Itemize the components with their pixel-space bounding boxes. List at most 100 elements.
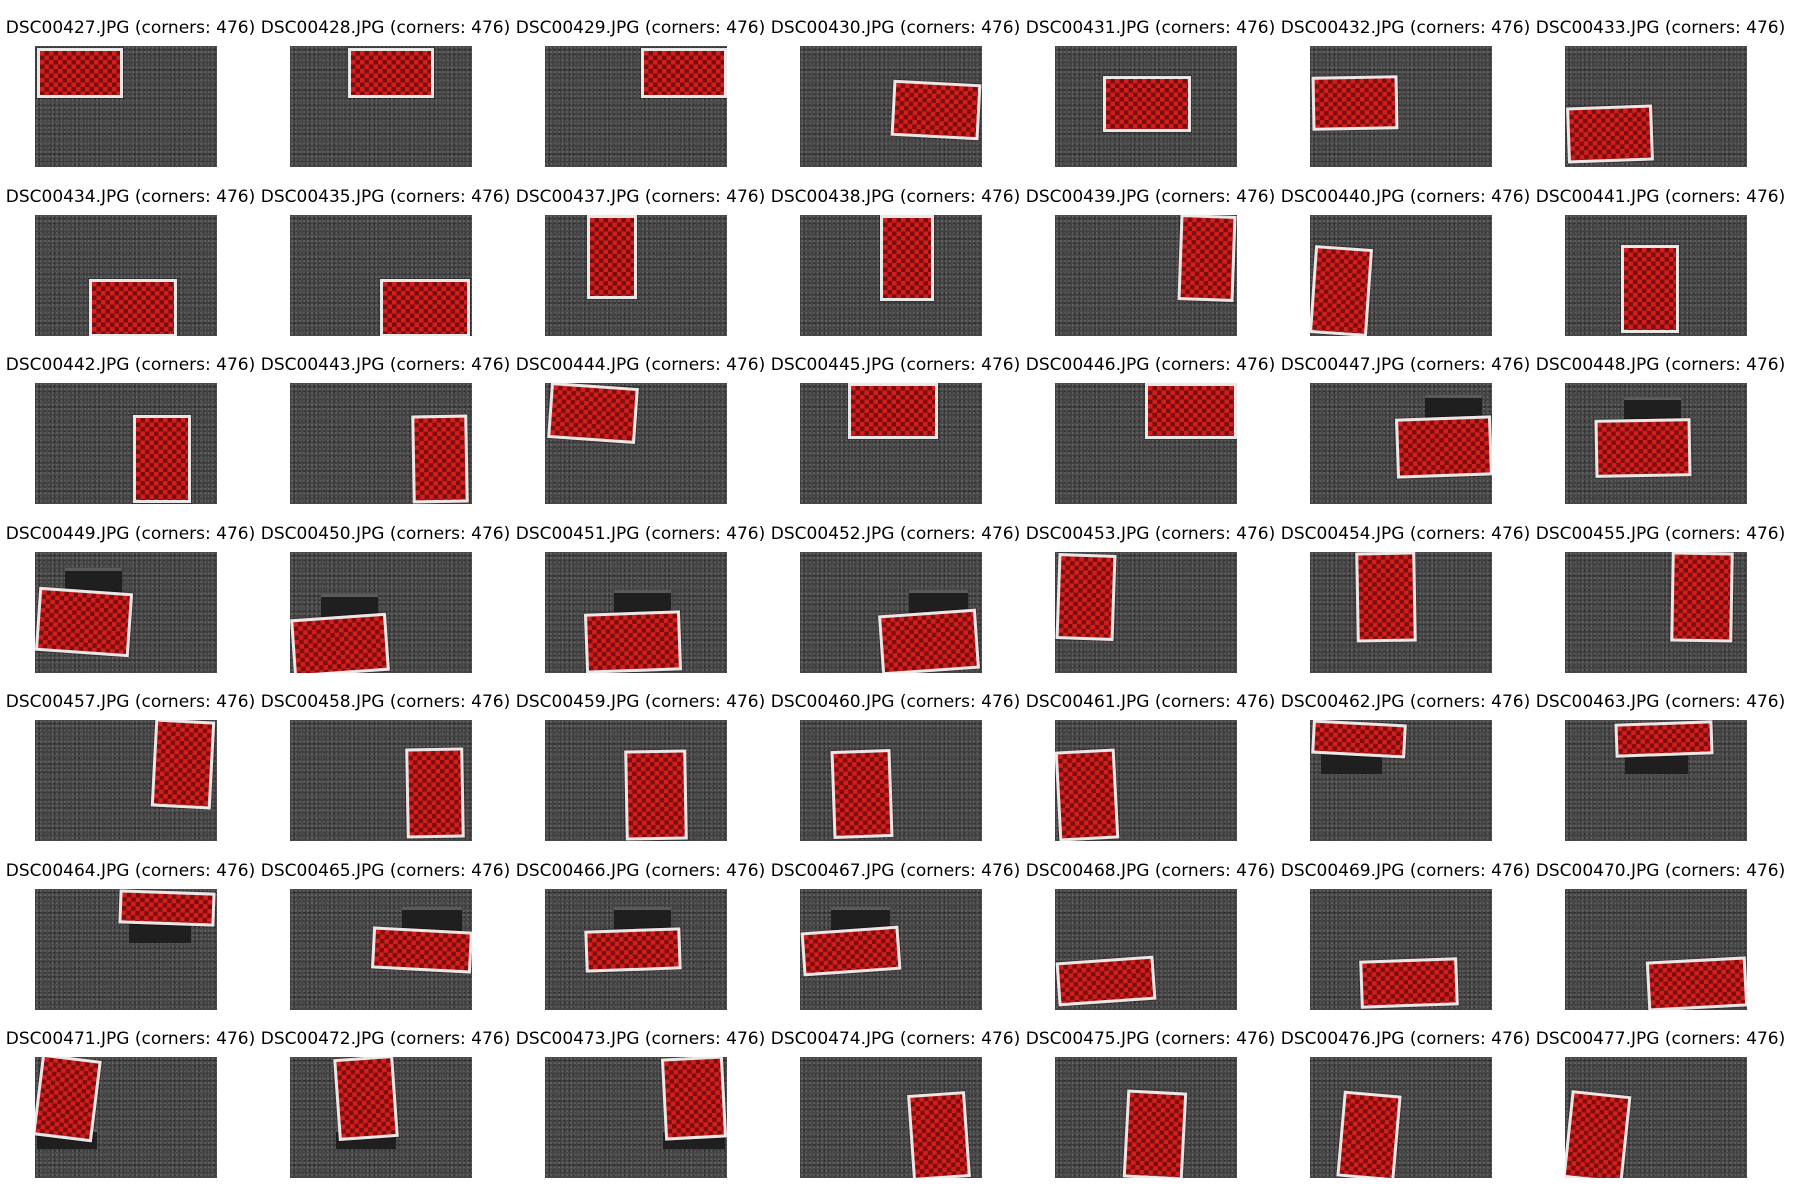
calibration-photo	[1565, 214, 1747, 336]
calibration-photo	[35, 46, 217, 167]
checkerboard-target	[583, 609, 683, 673]
calibration-photo	[290, 720, 472, 841]
thumbnail-title: DSC00464.JPG (corners: 476)	[5, 860, 256, 881]
calibration-photo	[545, 720, 727, 841]
thumbnail-cell: DSC00445.JPG (corners: 476)	[768, 353, 1023, 521]
thumbnail-cell: DSC00449.JPG (corners: 476)	[3, 522, 258, 690]
checkerboard-target	[370, 925, 472, 974]
calibration-photo	[800, 720, 982, 841]
calibration-photo	[1310, 551, 1492, 673]
checkerboard-target	[547, 383, 639, 445]
calibration-photo	[35, 888, 217, 1010]
checkerboard-target	[1355, 551, 1417, 643]
thumbnail-cell: DSC00441.JPG (corners: 476)	[1533, 185, 1788, 353]
calibration-photo	[290, 383, 472, 504]
calibration-photo	[545, 214, 727, 336]
calibration-photo	[1310, 214, 1492, 336]
checkerboard-target	[1394, 415, 1492, 479]
thumbnail-cell: DSC00453.JPG (corners: 476)	[1023, 522, 1278, 690]
calibration-photo	[545, 383, 727, 504]
thumbnail-cell: DSC00471.JPG (corners: 476)	[3, 1027, 258, 1195]
checkerboard-target	[89, 278, 177, 336]
calibration-photo	[35, 1057, 217, 1178]
thumbnail-cell: DSC00427.JPG (corners: 476)	[3, 16, 258, 184]
checkerboard-target	[584, 926, 682, 973]
checkerboard-target	[35, 1057, 102, 1143]
thumbnail-cell: DSC00476.JPG (corners: 476)	[1278, 1027, 1533, 1195]
thumbnail-title: DSC00442.JPG (corners: 476)	[5, 355, 256, 375]
calibration-photo	[545, 1057, 727, 1178]
calibration-photo	[1055, 888, 1237, 1010]
thumbnail-cell: DSC00439.JPG (corners: 476)	[1023, 185, 1278, 353]
checkerboard-target	[1566, 104, 1654, 164]
thumbnail-title: DSC00444.JPG (corners: 476)	[515, 355, 766, 375]
thumbnail-cell: DSC00469.JPG (corners: 476)	[1278, 859, 1533, 1027]
thumbnail-cell: DSC00446.JPG (corners: 476)	[1023, 353, 1278, 521]
thumbnail-cell: DSC00454.JPG (corners: 476)	[1278, 522, 1533, 690]
calibration-photo	[1310, 46, 1492, 167]
checkerboard-target	[1145, 383, 1237, 439]
thumbnail-title: DSC00433.JPG (corners: 476)	[1535, 18, 1786, 38]
checkerboard-target	[1359, 956, 1459, 1009]
thumbnail-title: DSC00477.JPG (corners: 476)	[1535, 1029, 1786, 1049]
checkerboard-target	[1621, 244, 1679, 333]
calibration-photo	[290, 888, 472, 1010]
checkerboard-target	[380, 278, 470, 336]
calibration-photo	[1565, 383, 1747, 504]
thumbnail-cell: DSC00434.JPG (corners: 476)	[3, 185, 258, 353]
thumbnail-title: DSC00435.JPG (corners: 476)	[260, 186, 511, 207]
checkerboard-target	[348, 48, 434, 98]
thumbnail-cell: DSC00451.JPG (corners: 476)	[513, 522, 768, 690]
checkerboard-target	[1336, 1090, 1402, 1178]
calibration-photo	[545, 551, 727, 673]
thumbnail-cell: DSC00473.JPG (corners: 476)	[513, 1027, 768, 1195]
checkerboard-target	[411, 414, 469, 504]
calibration-photo	[1565, 720, 1747, 841]
calibration-photo	[800, 551, 982, 673]
thumbnail-title: DSC00463.JPG (corners: 476)	[1535, 692, 1786, 712]
thumbnail-cell: DSC00461.JPG (corners: 476)	[1023, 690, 1278, 858]
checkerboard-target	[907, 1091, 971, 1178]
thumbnail-title: DSC00431.JPG (corners: 476)	[1025, 18, 1276, 38]
checkerboard-target	[1177, 214, 1237, 302]
thumbnail-title: DSC00441.JPG (corners: 476)	[1535, 186, 1786, 207]
calibration-photo	[35, 214, 217, 336]
calibration-photo	[290, 1057, 472, 1178]
thumbnail-title: DSC00469.JPG (corners: 476)	[1280, 860, 1531, 881]
thumbnail-title: DSC00462.JPG (corners: 476)	[1280, 692, 1531, 712]
thumbnail-title: DSC00443.JPG (corners: 476)	[260, 355, 511, 375]
thumbnail-cell: DSC00468.JPG (corners: 476)	[1023, 859, 1278, 1027]
calibration-photo	[290, 551, 472, 673]
thumbnail-title: DSC00460.JPG (corners: 476)	[770, 692, 1021, 712]
calibration-photo	[1310, 383, 1492, 504]
thumbnail-cell: DSC00465.JPG (corners: 476)	[258, 859, 513, 1027]
calibration-photo	[1055, 383, 1237, 504]
thumbnail-title: DSC00452.JPG (corners: 476)	[770, 523, 1021, 544]
thumbnail-cell: DSC00458.JPG (corners: 476)	[258, 690, 513, 858]
calibration-photo	[800, 1057, 982, 1178]
thumbnail-cell: DSC00435.JPG (corners: 476)	[258, 185, 513, 353]
thumbnail-title: DSC00466.JPG (corners: 476)	[515, 860, 766, 881]
calibration-photo	[1565, 551, 1747, 673]
thumbnail-title: DSC00432.JPG (corners: 476)	[1280, 18, 1531, 38]
checkerboard-target	[587, 214, 637, 299]
thumbnail-cell: DSC00459.JPG (corners: 476)	[513, 690, 768, 858]
thumbnail-cell: DSC00447.JPG (corners: 476)	[1278, 353, 1533, 521]
thumbnail-cell: DSC00464.JPG (corners: 476)	[3, 859, 258, 1027]
checkerboard-target	[1311, 75, 1399, 131]
thumbnail-title: DSC00459.JPG (corners: 476)	[515, 692, 766, 712]
checkerboard-target	[150, 720, 216, 810]
thumbnail-cell: DSC00475.JPG (corners: 476)	[1023, 1027, 1278, 1195]
thumbnail-title: DSC00454.JPG (corners: 476)	[1280, 523, 1531, 544]
thumbnail-title: DSC00448.JPG (corners: 476)	[1535, 355, 1786, 375]
calibration-photo	[1310, 888, 1492, 1010]
thumbnail-cell: DSC00444.JPG (corners: 476)	[513, 353, 768, 521]
thumbnail-title: DSC00468.JPG (corners: 476)	[1025, 860, 1276, 881]
checkerboard-target	[1311, 720, 1407, 759]
thumbnail-title: DSC00465.JPG (corners: 476)	[260, 860, 511, 881]
thumbnail-title: DSC00446.JPG (corners: 476)	[1025, 355, 1276, 375]
thumbnail-title: DSC00471.JPG (corners: 476)	[5, 1029, 256, 1049]
thumbnail-title: DSC00430.JPG (corners: 476)	[770, 18, 1021, 38]
thumbnail-cell: DSC00466.JPG (corners: 476)	[513, 859, 768, 1027]
checkerboard-target	[1103, 76, 1191, 132]
